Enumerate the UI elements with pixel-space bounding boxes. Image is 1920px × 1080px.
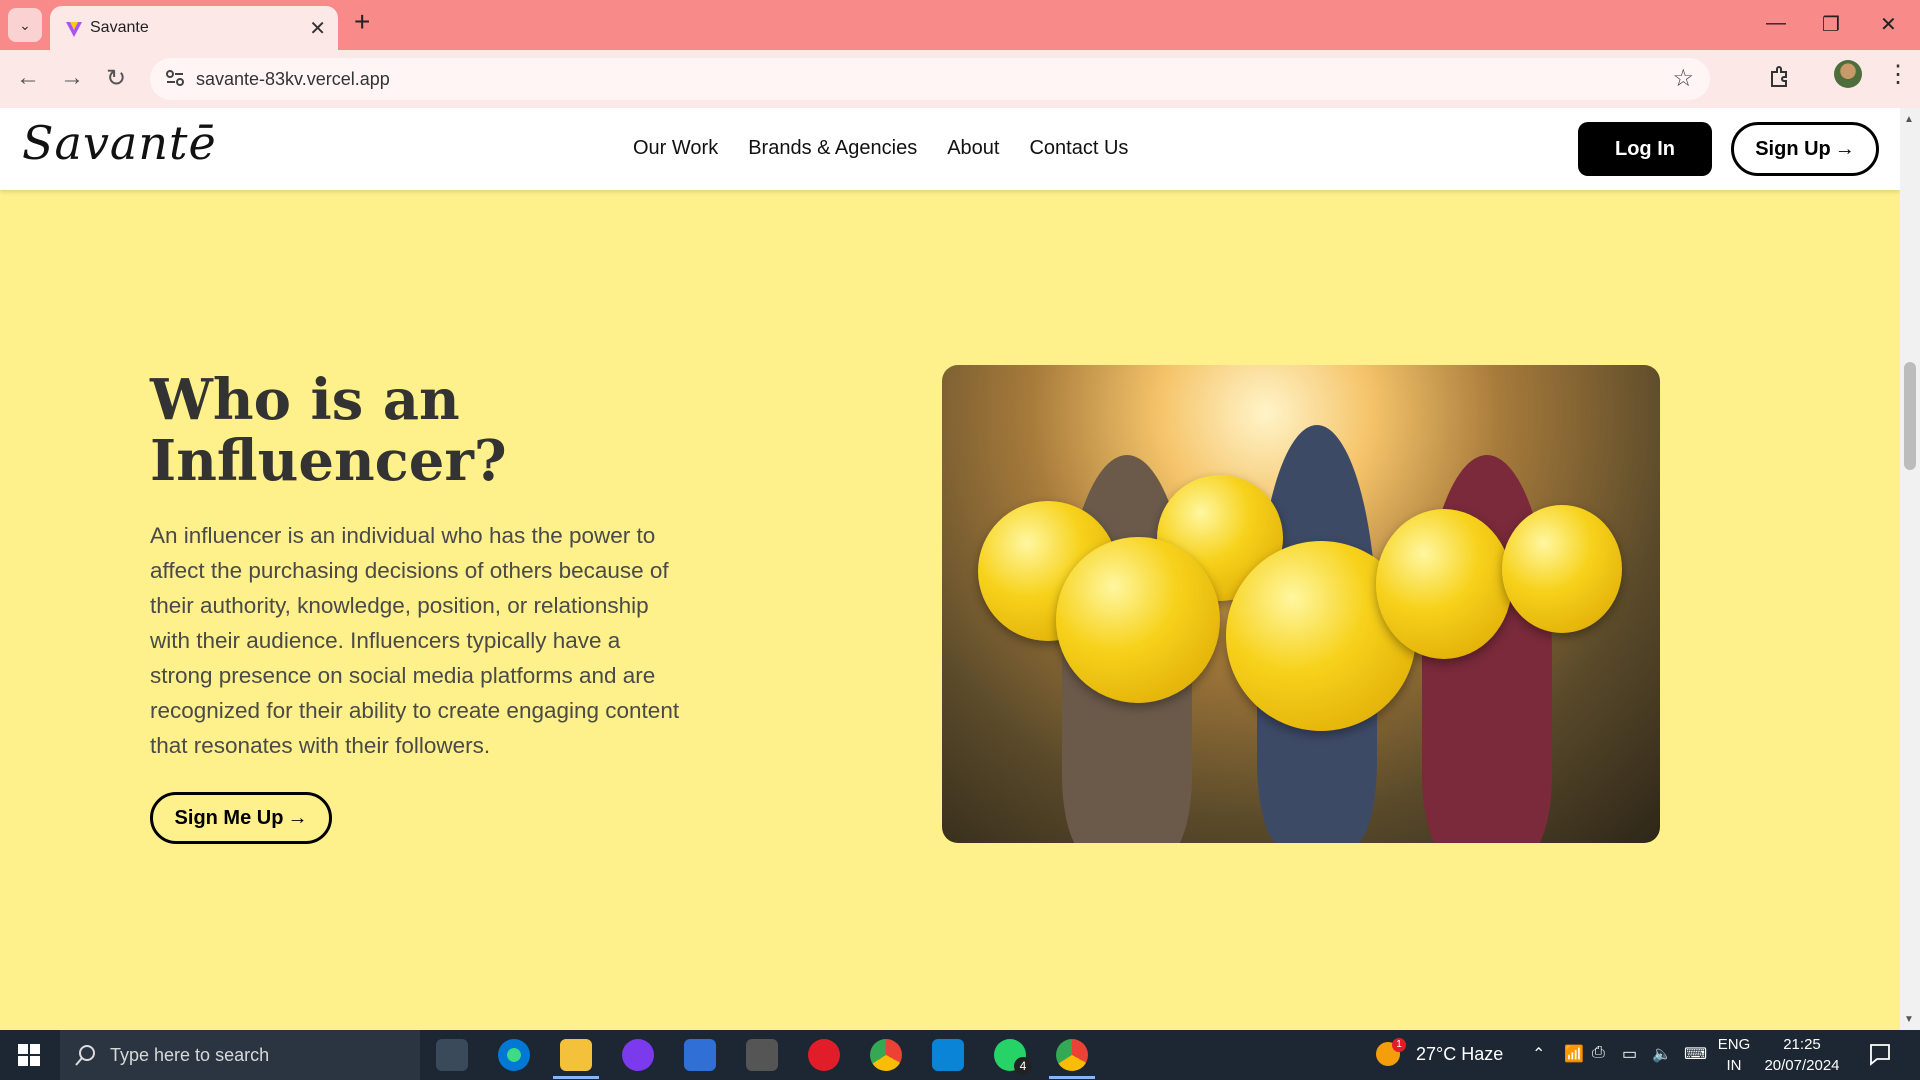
browser-tab[interactable]: Savante ✕ (50, 6, 338, 50)
chrome-active-indicator (1049, 1076, 1095, 1079)
whatsapp-icon[interactable]: 4 (994, 1039, 1032, 1075)
keyboard-icon[interactable]: ⌨ (1684, 1044, 1707, 1064)
headline-line-1: Who is an (150, 367, 460, 433)
tab-title: Savante (90, 19, 149, 36)
savante-favicon-icon (66, 22, 82, 37)
forward-icon[interactable]: → (60, 64, 84, 92)
network-icon[interactable]: 📶 (1564, 1044, 1584, 1064)
cta-label: Sign Me Up (174, 806, 284, 829)
login-button[interactable]: Log In (1578, 122, 1712, 176)
clock-date: 20/07/2024 (1764, 1057, 1840, 1074)
address-bar[interactable]: savante-83kv.vercel.app ☆ (150, 58, 1710, 100)
weather-text[interactable]: 27°C Haze (1416, 1044, 1503, 1065)
scroll-down-icon[interactable]: ▼ (1904, 1014, 1914, 1025)
lang-code: ENG (1717, 1036, 1751, 1053)
bookmark-star-icon[interactable]: ☆ (1672, 64, 1694, 93)
taskbar-search[interactable]: Type here to search (60, 1030, 420, 1080)
sign-me-up-button[interactable]: Sign Me Up → (150, 792, 332, 844)
main-nav: Our Work Brands & Agencies About Contact… (633, 137, 1128, 160)
meet-icon[interactable]: ⎙ (1592, 1044, 1605, 1062)
section-body-text: An influencer is an individual who has t… (150, 523, 680, 758)
nav-brands-agencies[interactable]: Brands & Agencies (748, 137, 917, 160)
nav-our-work[interactable]: Our Work (633, 137, 718, 160)
savante-logo[interactable]: Savantē (22, 116, 217, 170)
signup-button[interactable]: Sign Up → (1731, 122, 1879, 176)
notifications-icon[interactable] (1868, 1042, 1892, 1066)
close-window-icon[interactable]: ✕ (1880, 12, 1897, 37)
chart-app-icon[interactable] (684, 1039, 716, 1071)
volume-icon[interactable]: 🔈 (1652, 1044, 1672, 1064)
minimize-icon[interactable]: — (1766, 12, 1786, 35)
site-header: Savantē Our Work Brands & Agencies About… (0, 108, 1900, 190)
browser-tab-strip: ⌄ Savante ✕ + — ❐ ✕ (0, 0, 1920, 50)
scroll-thumb[interactable] (1904, 362, 1916, 470)
smiley-balloons-photo (942, 365, 1660, 843)
section-headline: Who is an Influencer? (150, 370, 750, 492)
lang-region: IN (1726, 1057, 1742, 1074)
cc-app-icon[interactable] (746, 1039, 778, 1071)
profile-avatar[interactable] (1834, 60, 1862, 88)
url-text: savante-83kv.vercel.app (196, 69, 390, 89)
chrome-icon[interactable] (870, 1039, 902, 1071)
headline-line-2: Influencer? (150, 428, 507, 494)
smiley-balloon (1376, 509, 1512, 659)
restore-icon[interactable]: ❐ (1822, 12, 1840, 37)
page-scrollbar[interactable]: ▲ ▼ (1900, 108, 1920, 1030)
tuf-app-icon[interactable] (808, 1039, 840, 1071)
new-tab-icon[interactable]: + (354, 8, 370, 36)
arrow-right-icon: → (287, 806, 308, 829)
scroll-up-icon[interactable]: ▲ (1904, 114, 1914, 125)
task-view-icon[interactable] (436, 1039, 468, 1071)
back-icon[interactable]: ← (16, 64, 40, 92)
windows-start-icon[interactable] (18, 1044, 40, 1066)
tab-search-button[interactable]: ⌄ (8, 8, 42, 42)
reload-icon[interactable]: ↻ (106, 64, 126, 93)
smiley-balloon (1502, 505, 1622, 633)
whatsapp-badge: 4 (1014, 1057, 1032, 1075)
page-viewport: Savantē Our Work Brands & Agencies About… (0, 108, 1900, 1030)
taskbar-clock[interactable]: 21:25 20/07/2024 (1762, 1034, 1842, 1076)
app-purple-icon[interactable] (622, 1039, 654, 1071)
file-explorer-icon[interactable] (560, 1039, 592, 1071)
weather-badge: 1 (1392, 1038, 1406, 1052)
clock-time: 21:25 (1783, 1036, 1821, 1053)
chevron-up-icon[interactable]: ⌃ (1532, 1044, 1545, 1064)
windows-taskbar: Type here to search 4 1 27°C Haze ⌃ 📶 ⎙ … (0, 1030, 1920, 1080)
chevron-down-icon: ⌄ (19, 16, 31, 33)
language-indicator[interactable]: ENG IN (1714, 1034, 1754, 1076)
search-placeholder: Type here to search (110, 1045, 270, 1065)
chrome-active-icon[interactable] (1056, 1039, 1088, 1071)
site-settings-icon[interactable] (164, 67, 186, 89)
search-icon (75, 1045, 95, 1066)
smiley-balloon (1056, 537, 1220, 703)
edge-icon[interactable] (498, 1039, 530, 1071)
arrow-right-icon: → (1834, 137, 1855, 160)
file-explorer-active-indicator (553, 1076, 599, 1079)
nav-about[interactable]: About (947, 137, 999, 160)
close-tab-icon[interactable]: ✕ (309, 16, 326, 41)
browser-menu-icon[interactable]: ⋮ (1886, 60, 1910, 89)
browser-toolbar: ← → ↻ savante-83kv.vercel.app ☆ ⋮ (0, 50, 1920, 108)
battery-icon[interactable]: ▭ (1622, 1044, 1637, 1064)
extensions-icon[interactable] (1766, 62, 1794, 90)
vscode-icon[interactable] (932, 1039, 964, 1071)
signup-label: Sign Up (1755, 137, 1831, 160)
nav-contact-us[interactable]: Contact Us (1029, 137, 1128, 160)
login-label: Log In (1615, 137, 1675, 160)
